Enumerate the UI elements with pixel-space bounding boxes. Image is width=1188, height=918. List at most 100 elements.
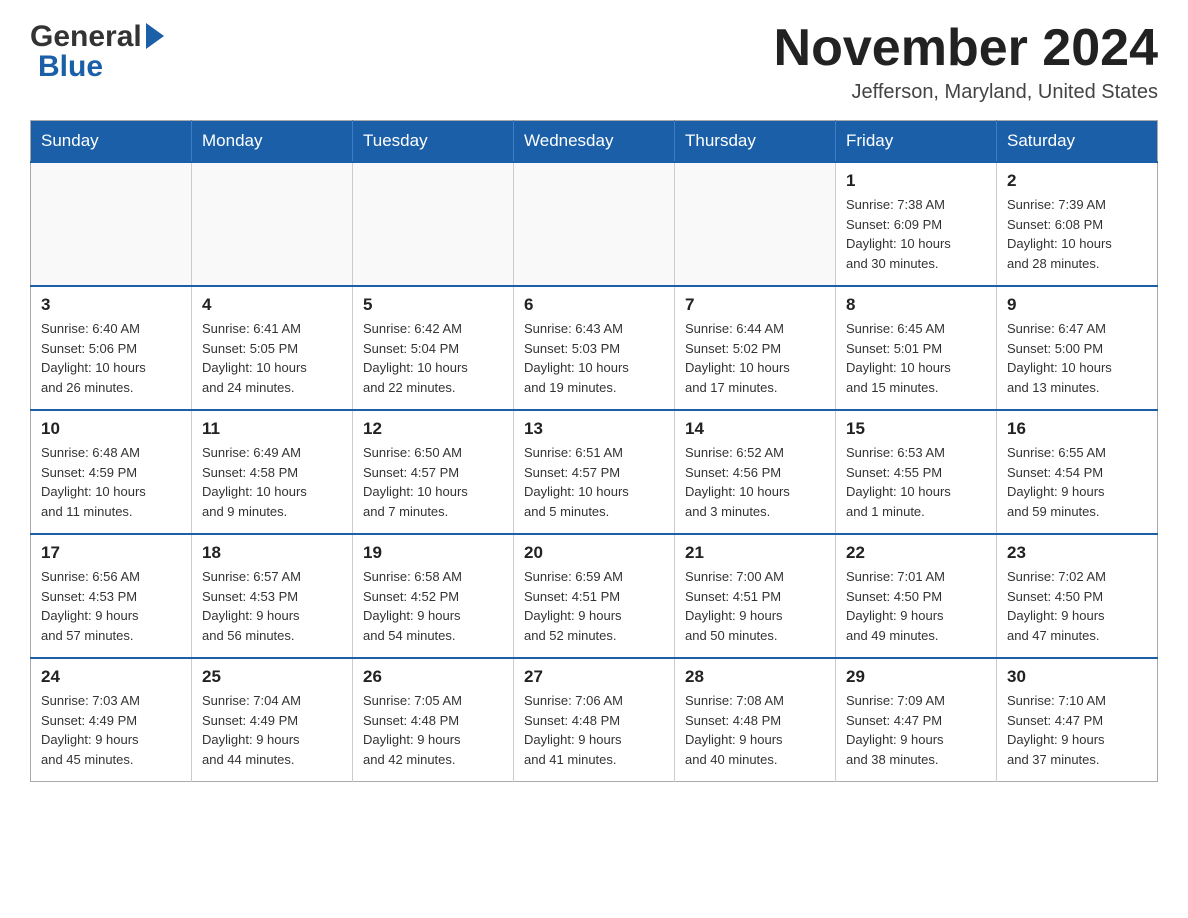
day-number: 2 — [1007, 171, 1147, 191]
day-info: Sunrise: 7:06 AM Sunset: 4:48 PM Dayligh… — [524, 691, 664, 769]
logo: General Blue — [30, 20, 166, 84]
calendar-cell — [31, 162, 192, 286]
day-info: Sunrise: 6:51 AM Sunset: 4:57 PM Dayligh… — [524, 443, 664, 521]
logo-general-text: General — [30, 20, 142, 54]
day-number: 17 — [41, 543, 181, 563]
calendar-cell: 13 Sunrise: 6:51 AM Sunset: 4:57 PM Dayli… — [514, 410, 675, 534]
day-info: Sunrise: 7:08 AM Sunset: 4:48 PM Dayligh… — [685, 691, 825, 769]
calendar-cell: 8Sunrise: 6:45 AM Sunset: 5:01 PM Daylig… — [836, 286, 997, 410]
day-info: Sunrise: 7:38 AM Sunset: 6:09 PM Dayligh… — [846, 195, 986, 273]
day-number: 12 — [363, 419, 503, 439]
calendar-cell: 26 Sunrise: 7:05 AM Sunset: 4:48 PM Dayli… — [353, 658, 514, 782]
day-number: 19 — [363, 543, 503, 563]
calendar-cell: 14 Sunrise: 6:52 AM Sunset: 4:56 PM Dayli… — [675, 410, 836, 534]
day-info: Sunrise: 6:53 AM Sunset: 4:55 PM Dayligh… — [846, 443, 986, 521]
day-number: 1 — [846, 171, 986, 191]
calendar-cell: 23 Sunrise: 7:02 AM Sunset: 4:50 PM Dayli… — [997, 534, 1158, 658]
calendar-cell: 21Sunrise: 7:00 AM Sunset: 4:51 PM Dayli… — [675, 534, 836, 658]
calendar-cell: 28 Sunrise: 7:08 AM Sunset: 4:48 PM Dayli… — [675, 658, 836, 782]
day-number: 24 — [41, 667, 181, 687]
day-number: 25 — [202, 667, 342, 687]
day-number: 22 — [846, 543, 986, 563]
day-info: Sunrise: 6:48 AM Sunset: 4:59 PM Dayligh… — [41, 443, 181, 521]
day-number: 29 — [846, 667, 986, 687]
calendar-cell: 15 Sunrise: 6:53 AM Sunset: 4:55 PM Dayli… — [836, 410, 997, 534]
day-info: Sunrise: 7:04 AM Sunset: 4:49 PM Dayligh… — [202, 691, 342, 769]
day-number: 15 — [846, 419, 986, 439]
day-number: 13 — [524, 419, 664, 439]
day-info: Sunrise: 6:56 AM Sunset: 4:53 PM Dayligh… — [41, 567, 181, 645]
calendar-cell: 18 Sunrise: 6:57 AM Sunset: 4:53 PM Dayli… — [192, 534, 353, 658]
day-number: 30 — [1007, 667, 1147, 687]
logo-chevron-icon — [146, 23, 166, 54]
calendar-cell: 29 Sunrise: 7:09 AM Sunset: 4:47 PM Dayli… — [836, 658, 997, 782]
day-number: 20 — [524, 543, 664, 563]
calendar-cell: 10Sunrise: 6:48 AM Sunset: 4:59 PM Dayli… — [31, 410, 192, 534]
day-number: 23 — [1007, 543, 1147, 563]
day-info: Sunrise: 6:44 AM Sunset: 5:02 PM Dayligh… — [685, 319, 825, 397]
calendar-cell — [514, 162, 675, 286]
title-block: November 2024 Jefferson, Maryland, Unite… — [774, 20, 1158, 104]
calendar-header-row: SundayMondayTuesdayWednesdayThursdayFrid… — [31, 121, 1158, 163]
calendar-cell: 24 Sunrise: 7:03 AM Sunset: 4:49 PM Dayli… — [31, 658, 192, 782]
day-info: Sunrise: 7:01 AM Sunset: 4:50 PM Dayligh… — [846, 567, 986, 645]
calendar-cell — [675, 162, 836, 286]
calendar-table: SundayMondayTuesdayWednesdayThursdayFrid… — [30, 120, 1158, 782]
calendar-cell — [192, 162, 353, 286]
day-number: 5 — [363, 295, 503, 315]
logo-blue-text: Blue — [38, 50, 103, 84]
calendar-cell: 22 Sunrise: 7:01 AM Sunset: 4:50 PM Dayli… — [836, 534, 997, 658]
calendar-cell: 12 Sunrise: 6:50 AM Sunset: 4:57 PM Dayli… — [353, 410, 514, 534]
calendar-cell: 6Sunrise: 6:43 AM Sunset: 5:03 PM Daylig… — [514, 286, 675, 410]
day-header-tuesday: Tuesday — [353, 121, 514, 163]
calendar-cell: 1 Sunrise: 7:38 AM Sunset: 6:09 PM Daylig… — [836, 162, 997, 286]
calendar-cell: 27 Sunrise: 7:06 AM Sunset: 4:48 PM Dayli… — [514, 658, 675, 782]
day-info: Sunrise: 7:05 AM Sunset: 4:48 PM Dayligh… — [363, 691, 503, 769]
day-number: 3 — [41, 295, 181, 315]
calendar-week-row: 3Sunrise: 6:40 AM Sunset: 5:06 PM Daylig… — [31, 286, 1158, 410]
day-header-saturday: Saturday — [997, 121, 1158, 163]
day-info: Sunrise: 6:57 AM Sunset: 4:53 PM Dayligh… — [202, 567, 342, 645]
day-info: Sunrise: 7:39 AM Sunset: 6:08 PM Dayligh… — [1007, 195, 1147, 273]
day-header-friday: Friday — [836, 121, 997, 163]
day-number: 26 — [363, 667, 503, 687]
day-info: Sunrise: 6:55 AM Sunset: 4:54 PM Dayligh… — [1007, 443, 1147, 521]
calendar-cell: 20 Sunrise: 6:59 AM Sunset: 4:51 PM Dayli… — [514, 534, 675, 658]
calendar-cell: 3Sunrise: 6:40 AM Sunset: 5:06 PM Daylig… — [31, 286, 192, 410]
day-number: 18 — [202, 543, 342, 563]
calendar-cell: 25 Sunrise: 7:04 AM Sunset: 4:49 PM Dayli… — [192, 658, 353, 782]
calendar-cell: 2 Sunrise: 7:39 AM Sunset: 6:08 PM Daylig… — [997, 162, 1158, 286]
day-info: Sunrise: 6:49 AM Sunset: 4:58 PM Dayligh… — [202, 443, 342, 521]
day-number: 28 — [685, 667, 825, 687]
day-info: Sunrise: 6:50 AM Sunset: 4:57 PM Dayligh… — [363, 443, 503, 521]
day-info: Sunrise: 6:47 AM Sunset: 5:00 PM Dayligh… — [1007, 319, 1147, 397]
calendar-week-row: 17 Sunrise: 6:56 AM Sunset: 4:53 PM Dayli… — [31, 534, 1158, 658]
calendar-week-row: 1 Sunrise: 7:38 AM Sunset: 6:09 PM Daylig… — [31, 162, 1158, 286]
day-number: 7 — [685, 295, 825, 315]
day-info: Sunrise: 6:41 AM Sunset: 5:05 PM Dayligh… — [202, 319, 342, 397]
day-info: Sunrise: 7:03 AM Sunset: 4:49 PM Dayligh… — [41, 691, 181, 769]
day-header-thursday: Thursday — [675, 121, 836, 163]
calendar-cell: 16 Sunrise: 6:55 AM Sunset: 4:54 PM Dayli… — [997, 410, 1158, 534]
day-info: Sunrise: 7:02 AM Sunset: 4:50 PM Dayligh… — [1007, 567, 1147, 645]
day-number: 16 — [1007, 419, 1147, 439]
day-number: 27 — [524, 667, 664, 687]
calendar-cell: 17 Sunrise: 6:56 AM Sunset: 4:53 PM Dayli… — [31, 534, 192, 658]
calendar-cell: 11 Sunrise: 6:49 AM Sunset: 4:58 PM Dayli… — [192, 410, 353, 534]
day-number: 9 — [1007, 295, 1147, 315]
calendar-week-row: 24 Sunrise: 7:03 AM Sunset: 4:49 PM Dayli… — [31, 658, 1158, 782]
day-info: Sunrise: 7:09 AM Sunset: 4:47 PM Dayligh… — [846, 691, 986, 769]
calendar-cell: 9 Sunrise: 6:47 AM Sunset: 5:00 PM Daylig… — [997, 286, 1158, 410]
day-header-monday: Monday — [192, 121, 353, 163]
day-number: 11 — [202, 419, 342, 439]
day-info: Sunrise: 6:59 AM Sunset: 4:51 PM Dayligh… — [524, 567, 664, 645]
day-number: 4 — [202, 295, 342, 315]
calendar-cell: 4 Sunrise: 6:41 AM Sunset: 5:05 PM Daylig… — [192, 286, 353, 410]
day-info: Sunrise: 6:52 AM Sunset: 4:56 PM Dayligh… — [685, 443, 825, 521]
day-number: 14 — [685, 419, 825, 439]
day-number: 21 — [685, 543, 825, 563]
day-number: 8 — [846, 295, 986, 315]
day-info: Sunrise: 7:10 AM Sunset: 4:47 PM Dayligh… — [1007, 691, 1147, 769]
day-number: 6 — [524, 295, 664, 315]
day-info: Sunrise: 6:58 AM Sunset: 4:52 PM Dayligh… — [363, 567, 503, 645]
